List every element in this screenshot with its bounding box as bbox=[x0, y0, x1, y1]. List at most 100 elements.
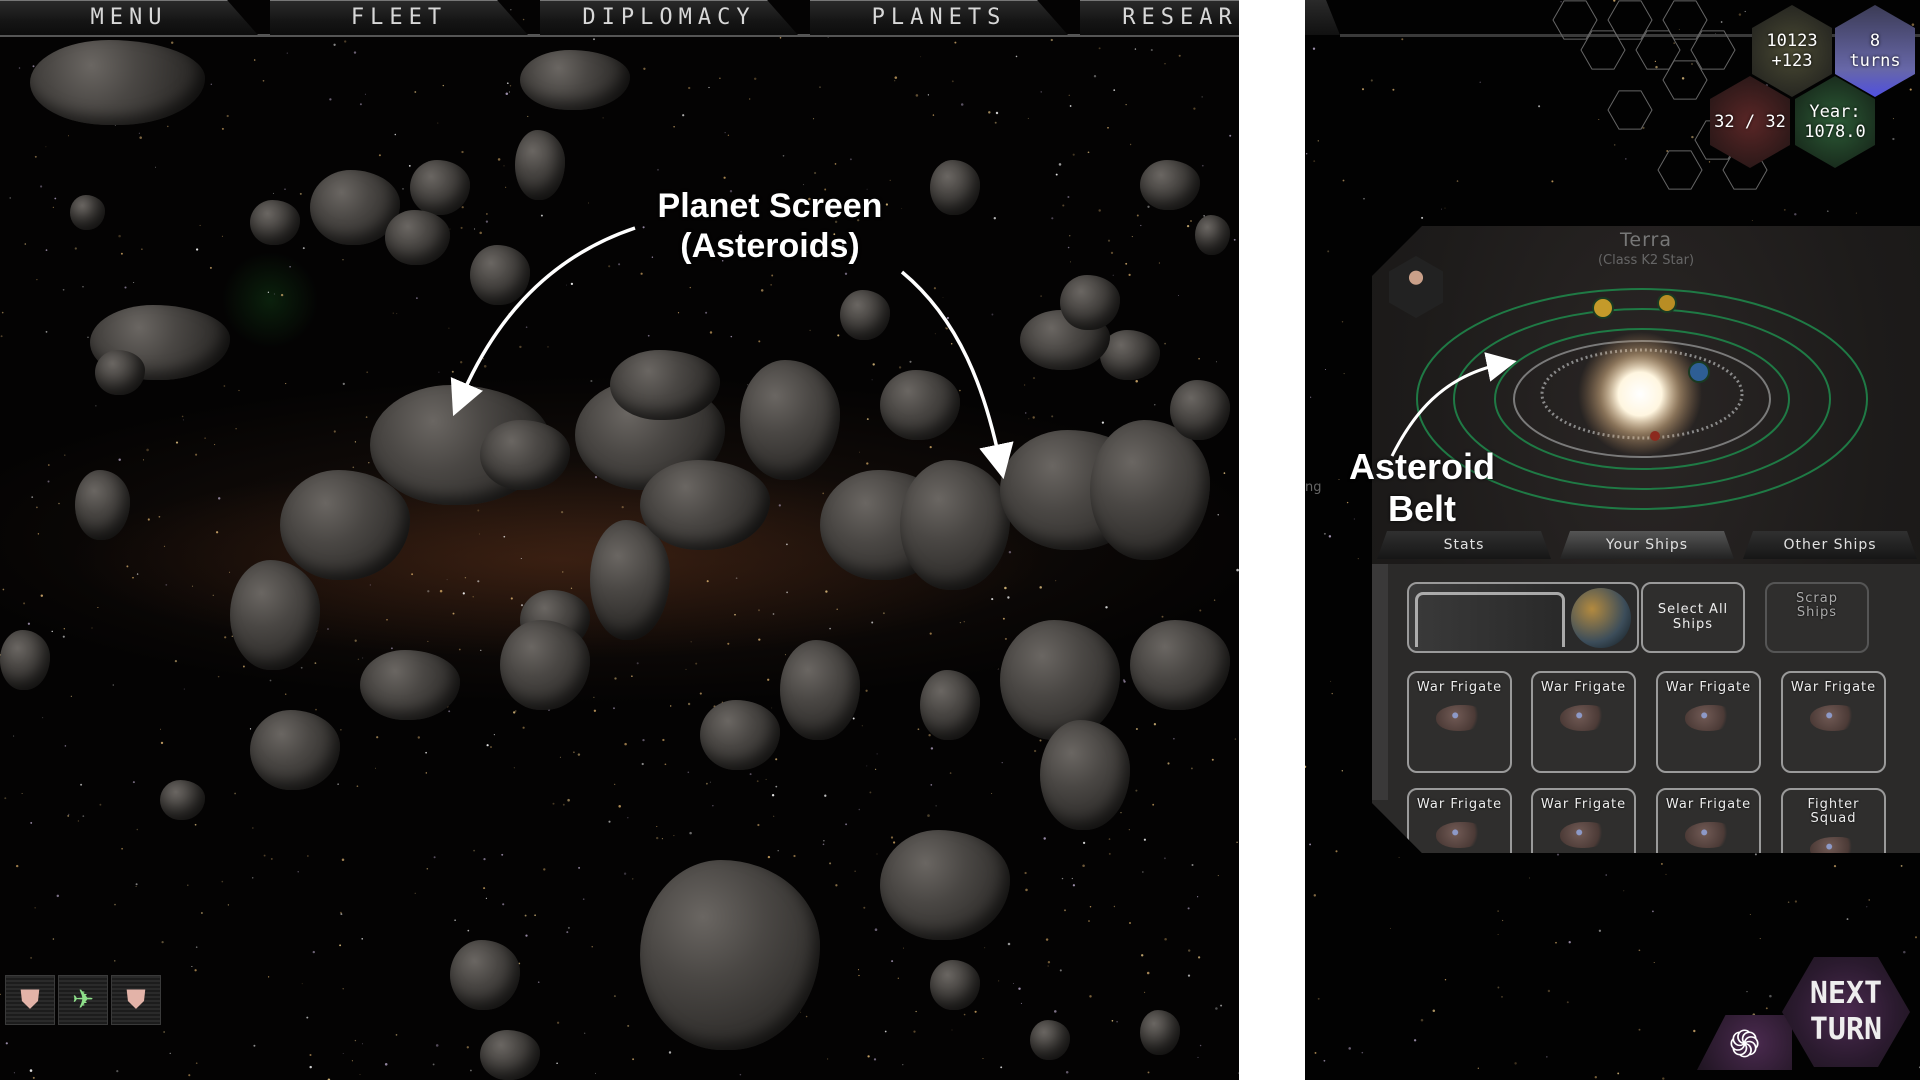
star-dot bbox=[1310, 396, 1312, 398]
planet-thumbnail bbox=[1571, 588, 1631, 648]
ship-card[interactable]: War Frigate bbox=[1656, 788, 1761, 863]
fleet-capacity-value: 32 / 32 bbox=[1714, 111, 1786, 132]
ship-icon bbox=[1810, 705, 1858, 731]
ship-name: War Frigate bbox=[1416, 680, 1503, 695]
hex-cell bbox=[1607, 90, 1653, 130]
star-dot bbox=[1357, 558, 1359, 560]
asteroid-belt-annotation: Asteroid Belt bbox=[1347, 446, 1497, 531]
star-dot bbox=[1398, 856, 1400, 859]
star-dot bbox=[1833, 864, 1837, 868]
ship-card[interactable]: War Frigate bbox=[1531, 671, 1636, 773]
year-label: Year: bbox=[1809, 101, 1861, 122]
ship-card[interactable]: War Frigate bbox=[1407, 671, 1512, 773]
ship-selected-icon[interactable]: ✈ bbox=[58, 975, 108, 1025]
hex-cell bbox=[1657, 150, 1703, 190]
system-view: 10123 +123 8 turns 32 / 32 Year: 1078.0 … bbox=[1305, 0, 1920, 1080]
star-dot bbox=[1309, 843, 1312, 846]
star-dot bbox=[1328, 535, 1332, 538]
star-dot bbox=[1313, 894, 1317, 897]
ship-name: War Frigate bbox=[1665, 680, 1752, 695]
star-dot bbox=[1914, 936, 1918, 939]
ship-name: War Frigate bbox=[1540, 797, 1627, 812]
star-dot bbox=[1341, 321, 1344, 323]
scrap-ships-button[interactable]: Scrap Ships bbox=[1765, 582, 1869, 653]
star-dot bbox=[1623, 890, 1625, 892]
star-dot bbox=[1497, 933, 1499, 936]
annotation-line: Asteroid bbox=[1348, 446, 1496, 487]
year-value: 1078.0 bbox=[1804, 122, 1866, 142]
star-dot bbox=[1653, 962, 1655, 964]
tab-other-ships[interactable]: Other Ships bbox=[1743, 531, 1917, 559]
galaxy-icon: ֍ bbox=[1728, 1021, 1761, 1066]
ship-icon bbox=[1560, 822, 1608, 848]
star-dot bbox=[1331, 692, 1333, 695]
star-dot bbox=[1389, 927, 1391, 929]
star-dot bbox=[1794, 900, 1798, 903]
planet-gold bbox=[1658, 294, 1676, 312]
shipyard-card[interactable] bbox=[1407, 582, 1639, 653]
ship-icon bbox=[1436, 705, 1484, 731]
shipyard-icon bbox=[1415, 592, 1565, 647]
star-dot bbox=[1497, 986, 1500, 989]
star-dot bbox=[1501, 996, 1503, 998]
star-dot bbox=[1441, 208, 1442, 210]
star-dot bbox=[1420, 1018, 1424, 1022]
ship-icon bbox=[1810, 837, 1858, 861]
star-dot bbox=[1477, 1067, 1479, 1069]
star-dot bbox=[1754, 853, 1757, 856]
ship-name: War Frigate bbox=[1416, 797, 1503, 812]
star-dot bbox=[1501, 919, 1504, 922]
star-dot bbox=[1546, 1056, 1548, 1058]
star-dot bbox=[1343, 373, 1345, 375]
star-dot bbox=[1787, 901, 1790, 903]
star-dot bbox=[1751, 220, 1753, 222]
star-dot bbox=[1348, 1047, 1351, 1050]
star-dot bbox=[1903, 950, 1906, 954]
star-dot bbox=[1421, 216, 1424, 219]
ship-card[interactable]: War Frigate bbox=[1407, 788, 1512, 863]
ship-card[interactable]: War Frigate bbox=[1656, 671, 1761, 773]
star-dot bbox=[1783, 208, 1786, 211]
star-dot bbox=[1547, 989, 1551, 993]
system-name: Terra bbox=[1620, 229, 1672, 251]
button-label: Scrap Ships bbox=[1796, 591, 1838, 621]
star-dot bbox=[1497, 910, 1499, 912]
ships-list: Select All Ships Scrap Ships War Frigate… bbox=[1372, 564, 1920, 853]
tab-stats[interactable]: Stats bbox=[1377, 531, 1551, 559]
planet-view[interactable]: MENU FLEET DIPLOMACY PLANETS RESEAR Plan… bbox=[0, 0, 1239, 1080]
star-dot bbox=[1665, 873, 1667, 875]
annotation-arrows bbox=[450, 226, 1014, 480]
ship-card[interactable]: War Frigate bbox=[1531, 788, 1636, 863]
ship-icon bbox=[1685, 822, 1733, 848]
star-dot bbox=[1335, 850, 1338, 853]
credits-delta: +123 bbox=[1771, 51, 1813, 71]
fleet-group-icon[interactable]: ⛊ bbox=[5, 975, 55, 1025]
star-dot bbox=[1514, 1062, 1517, 1065]
next-turn-button[interactable]: NEXT TURN bbox=[1782, 957, 1910, 1067]
star-dot bbox=[1330, 680, 1332, 682]
star-dot bbox=[1444, 207, 1446, 209]
next-turn-label: NEXT bbox=[1809, 976, 1883, 1011]
star bbox=[1578, 332, 1702, 456]
tab-your-ships[interactable]: Your Ships bbox=[1560, 531, 1734, 559]
star-dot bbox=[1413, 1039, 1417, 1042]
star-dot bbox=[1594, 1076, 1597, 1079]
ship-name: War Frigate bbox=[1790, 680, 1877, 695]
select-all-ships-button[interactable]: Select All Ships bbox=[1641, 582, 1745, 653]
star-dot bbox=[1605, 874, 1607, 876]
star-dot bbox=[1746, 991, 1748, 993]
fleet-group-icon[interactable]: ⛊ bbox=[111, 975, 161, 1025]
ship-card[interactable]: Fighter Squad bbox=[1781, 788, 1886, 863]
star-dot bbox=[1327, 250, 1330, 253]
ship-name: War Frigate bbox=[1665, 797, 1752, 812]
planet-red bbox=[1650, 431, 1660, 441]
star-dot bbox=[1323, 1059, 1326, 1062]
annotation-line: Belt bbox=[1387, 488, 1456, 530]
galaxy-view-button[interactable]: ֍ bbox=[1697, 1015, 1792, 1070]
star-dot bbox=[1324, 369, 1326, 370]
ships-scrollbar[interactable] bbox=[1372, 564, 1388, 800]
ship-name: Fighter Squad bbox=[1807, 797, 1860, 827]
star-dot bbox=[1568, 941, 1571, 944]
next-turn-label: TURN bbox=[1809, 1012, 1883, 1047]
ship-card[interactable]: War Frigate bbox=[1781, 671, 1886, 773]
